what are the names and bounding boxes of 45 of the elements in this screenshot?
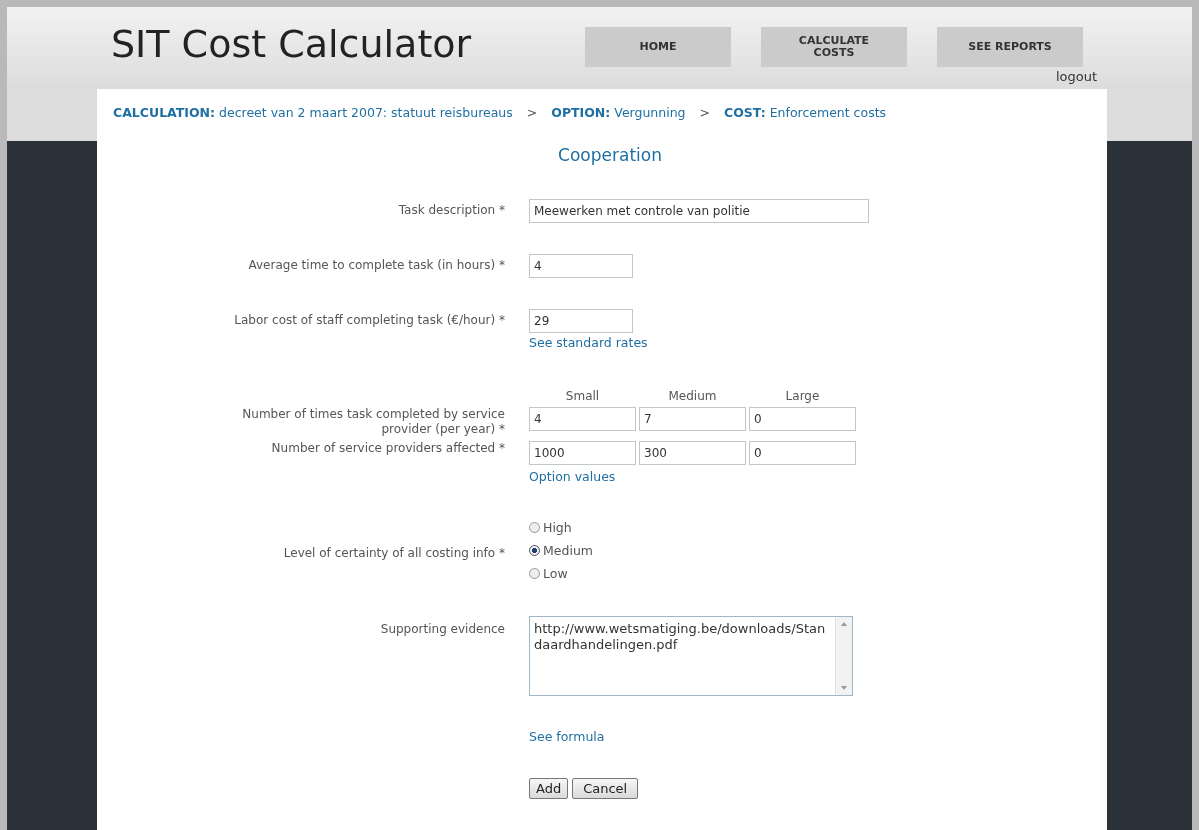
input-field[interactable]: 0 [749,441,856,465]
standard-rates-link[interactable]: See standard rates [529,335,648,350]
input-field[interactable]: 4 [529,407,636,431]
breadcrumb-separator: > [699,105,711,120]
scroll-down-icon[interactable] [841,686,847,690]
nav-button[interactable]: HOME [585,27,731,67]
radio-label[interactable]: High [543,520,572,535]
option-values-link[interactable]: Option values [529,469,616,484]
radio-label[interactable]: Low [543,566,568,581]
scroll-bar[interactable] [835,617,852,695]
column-header: Large [784,389,821,403]
section-heading: Cooperation [557,145,663,165]
form-button[interactable]: Add [529,778,569,799]
breadcrumb-link[interactable]: COST: Enforcement costs [724,105,887,120]
field-label: Number of times task completed by service provider (per year) * [241,407,505,437]
field-label: Task description * [397,202,505,217]
nav-button[interactable]: SEE REPORTS [937,27,1083,67]
logout-link[interactable]: logout [1055,69,1097,84]
text-area[interactable]: http://www.wetsmatiging.be/downloads/Standaardhandelingen.pdf [529,616,853,696]
radio-label[interactable]: Medium [543,543,593,558]
field-label: Average time to complete task (in hours) * [247,257,505,272]
breadcrumb-link[interactable]: CALCULATION: decreet van 2 maart 2007: statuut reisbureaus [113,105,513,120]
nav-button[interactable]: CALCULATE COSTS [761,27,907,67]
form-button[interactable]: Cancel [572,778,639,799]
input-field[interactable]: Meewerken met controle van politie [529,199,869,223]
radio-button[interactable] [529,522,540,533]
input-field[interactable]: 1000 [529,441,636,465]
field-label: Labor cost of staff completing task (€/hour) * [233,312,505,327]
field-label: Level of certainty of all costing info * [282,544,505,560]
app-title: SIT Cost Calculator [111,21,473,68]
field-label: Number of service providers affected * [271,441,505,457]
input-field[interactable]: 0 [749,407,856,431]
scroll-up-icon[interactable] [841,622,847,626]
input-field[interactable]: 300 [639,441,746,465]
radio-button[interactable] [529,545,540,556]
radio-button[interactable] [529,568,540,579]
input-field[interactable]: 7 [639,407,746,431]
breadcrumb-separator: > [526,105,538,120]
breadcrumb-link[interactable]: OPTION: Vergunning [551,105,686,120]
column-header: Small [564,389,601,403]
formula-link[interactable]: See formula [529,729,1107,744]
field-label: Supporting evidence [379,621,505,636]
input-field[interactable]: 29 [529,309,633,333]
column-header: Medium [667,389,718,403]
input-field[interactable]: 4 [529,254,633,278]
